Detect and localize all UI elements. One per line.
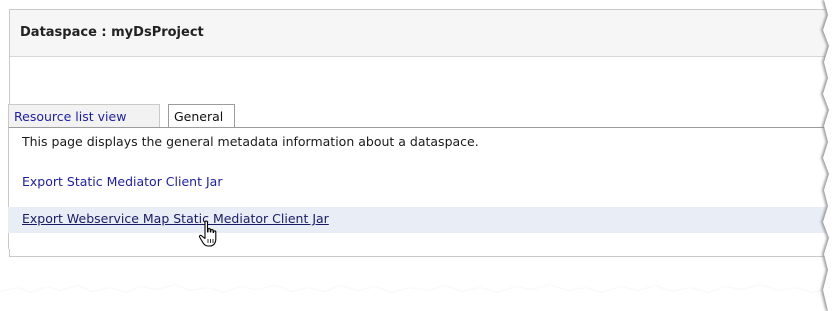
tab-general[interactable]: General xyxy=(168,104,235,128)
page-description: This page displays the general metadata … xyxy=(22,134,479,149)
export-static-mediator-client-jar-link[interactable]: Export Static Mediator Client Jar xyxy=(22,174,222,189)
torn-edge-bottom xyxy=(0,285,832,311)
hand-pointer-icon xyxy=(198,220,217,247)
panel-header: Dataspace : myDsProject xyxy=(10,10,832,57)
panel-title: Dataspace : myDsProject xyxy=(20,25,204,40)
export-webservice-map-static-mediator-client-jar-link[interactable]: Export Webservice Map Static Mediator Cl… xyxy=(22,211,329,226)
tab-resource-list-view[interactable]: Resource list view xyxy=(8,104,160,127)
torn-edge-right xyxy=(821,0,832,311)
